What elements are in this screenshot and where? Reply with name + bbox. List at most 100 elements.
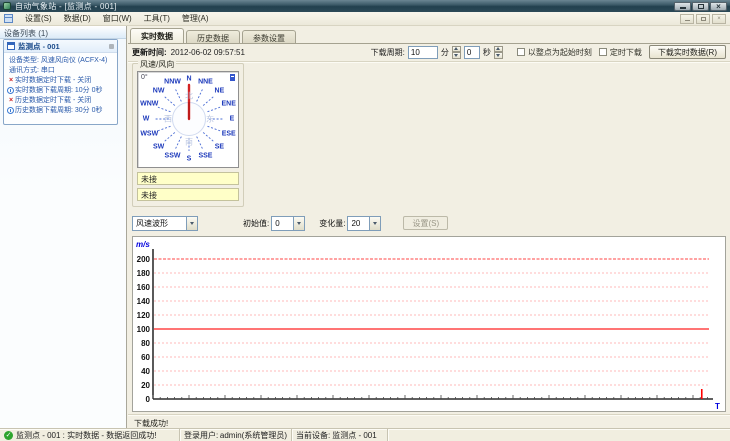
app-window: 自动气象站 - [监测点 - 001] × 设置(S) 数据(D) 窗口(W) …	[0, 0, 730, 441]
menu-settings[interactable]: 设置(S)	[19, 11, 58, 26]
seconds-stepper[interactable]	[493, 45, 503, 59]
timed-download-checkbox[interactable]	[598, 48, 607, 56]
initial-value-select[interactable]: 0	[271, 215, 306, 231]
compass-direction-label: SW	[152, 143, 165, 151]
statusbar-message-section: ✓ 监测点 - 001 : 实时数据 - 数据返回成功!	[0, 429, 180, 441]
delta-value-select[interactable]: 20	[347, 215, 382, 231]
minutes-stepper[interactable]	[451, 45, 461, 59]
device-info-line: 通讯方式: 串口	[7, 65, 115, 75]
device-info: 设备类型: 风速风向仪 (ACFX-4) 通讯方式: 串口 × 实时数据定时下载 …	[4, 53, 117, 115]
compass-cardinal-south: 南	[185, 137, 193, 147]
delta-value: 20	[351, 218, 361, 228]
period-label: 下载周期:	[370, 47, 405, 57]
mdi-minimize-icon	[684, 20, 690, 21]
compass-direction-label: SSE	[198, 152, 213, 160]
svg-text:60: 60	[141, 353, 150, 362]
seconds-input[interactable]: 0	[463, 45, 480, 59]
download-status-text: 下载成功!	[134, 419, 169, 428]
current-device-label: 当前设备:	[296, 430, 331, 440]
initial-value: 0	[275, 218, 280, 228]
svg-text:120: 120	[137, 311, 151, 320]
app-icon	[3, 2, 11, 10]
dropdown-arrow-icon	[186, 216, 197, 230]
dropdown-arrow-icon	[293, 216, 305, 230]
svg-text:40: 40	[141, 367, 150, 376]
minimize-button[interactable]	[674, 1, 691, 11]
compass-direction-label: W	[142, 115, 150, 123]
mdi-restore-icon	[700, 16, 706, 21]
clock-icon	[7, 106, 14, 114]
set-button[interactable]: 设置(S)	[403, 216, 449, 230]
tab-bar: 实时数据 历史数据 参数设置	[130, 28, 298, 43]
menu-manage[interactable]: 管理(A)	[176, 11, 215, 26]
minimize-icon	[679, 6, 686, 9]
svg-text:200: 200	[137, 255, 151, 264]
compass-direction-label: NE	[214, 87, 225, 95]
wind-direction-field[interactable]: 未接	[137, 188, 239, 201]
device-panel-title[interactable]: 监测点 - 001	[4, 40, 117, 53]
update-time-value: 2012-06-02 09:57:51	[170, 47, 245, 57]
align-hour-checkbox[interactable]	[516, 48, 525, 56]
mdi-close-button[interactable]: ×	[712, 13, 726, 24]
wind-groupbox: 风速/风向 0° N NNE NE ENE E ESE SE SSE S SSW SW WSW W WNW…	[132, 59, 244, 207]
tab-parameter-settings[interactable]: 参数设置	[242, 30, 296, 43]
compass-direction-label: NW	[152, 87, 165, 95]
waveform-select[interactable]: 风速波形	[132, 215, 198, 231]
svg-text:160: 160	[137, 283, 151, 292]
login-user-label: 登录用户:	[184, 430, 219, 440]
device-info-line: × 实时数据定时下载 - 关闭	[7, 75, 115, 85]
document-icon	[4, 14, 13, 23]
window-controls: ×	[674, 1, 727, 11]
toolbar: 更新时间: 2012-06-02 09:57:51 下载周期: 10 分 0 秒…	[128, 44, 730, 60]
seconds-unit-label: 秒	[482, 47, 491, 57]
chart-controls: 风速波形 初始值: 0 变化量: 20 设置(S)	[132, 215, 726, 231]
wind-speed-field[interactable]: 未接	[137, 172, 239, 185]
main-area: 实时数据 历史数据 参数设置 更新时间: 2012-06-02 09:57:51…	[128, 26, 730, 428]
current-device-value: 监测点 - 001	[332, 430, 377, 440]
compass-direction-label: SE	[214, 143, 225, 151]
statusbar-user-section: 登录用户: admin(系统管理员)	[180, 429, 292, 441]
tab-history-data[interactable]: 历史数据	[186, 30, 240, 43]
menu-data[interactable]: 数据(D)	[58, 11, 97, 26]
close-button[interactable]: ×	[710, 1, 727, 11]
align-hour-label: 以整点为起始时刻	[527, 47, 592, 57]
initial-value-label: 初始值:	[243, 218, 270, 228]
closed-icon: ×	[8, 96, 14, 104]
svg-text:180: 180	[137, 269, 151, 278]
device-type-text: 设备类型: 风速风向仪 (ACFX-4)	[9, 57, 108, 64]
minutes-input[interactable]: 10	[407, 45, 438, 59]
svg-text:20: 20	[141, 381, 150, 390]
wind-compass: 0° N NNE NE ENE E ESE SE SSE S SSW SW WSW W WNW NW NNW 北…	[137, 71, 239, 168]
mdi-minimize-button[interactable]	[680, 13, 694, 24]
compass-cardinal-east: 东	[206, 114, 214, 124]
closed-icon: ×	[8, 76, 14, 84]
device-info-line: 设备类型: 风速风向仪 (ACFX-4)	[7, 55, 115, 65]
compass-flag-icon	[230, 74, 235, 81]
download-controls: 下载周期: 10 分 0 秒 以整点为起始时刻 定时下载 下载实时数据(R)	[371, 45, 726, 59]
mdi-restore-button[interactable]	[696, 13, 710, 24]
wind-degree-label: 0°	[141, 74, 148, 81]
update-time-label: 更新时间:	[132, 47, 167, 57]
pin-icon[interactable]	[109, 43, 114, 49]
dropdown-arrow-icon	[369, 216, 381, 230]
download-realtime-button[interactable]: 下载实时数据(R)	[648, 45, 726, 59]
spin-down-icon	[454, 53, 459, 57]
mdi-window-controls: ×	[680, 13, 726, 24]
menu-tools[interactable]: 工具(T)	[138, 11, 176, 26]
compass-cardinal-north: 北	[185, 91, 193, 101]
menubar: 设置(S) 数据(D) 窗口(W) 工具(T) 管理(A) ×	[0, 12, 730, 26]
svg-text:80: 80	[141, 339, 150, 348]
compass-direction-label: WNW	[140, 100, 159, 108]
statusbar: ✓ 监测点 - 001 : 实时数据 - 数据返回成功! 登录用户: admin…	[0, 428, 730, 441]
device-name: 监测点 - 001	[18, 41, 60, 51]
realtime-timer-text: 实时数据定时下载 - 关闭	[15, 77, 92, 84]
history-timer-text: 历史数据定时下载 - 关闭	[15, 97, 92, 104]
menu-window[interactable]: 窗口(W)	[97, 11, 138, 26]
svg-text:m/s: m/s	[136, 240, 150, 249]
clock-icon	[7, 86, 14, 94]
statusbar-message: 监测点 - 001 : 实时数据 - 数据返回成功!	[16, 430, 157, 440]
chart-graphic: 0 20 40 60 80 100 120 140 160 180 200 m/s T	[136, 240, 720, 411]
comm-mode-text: 通讯方式: 串口	[9, 67, 55, 74]
tab-realtime-data[interactable]: 实时数据	[130, 28, 184, 43]
restore-button[interactable]	[692, 1, 709, 11]
